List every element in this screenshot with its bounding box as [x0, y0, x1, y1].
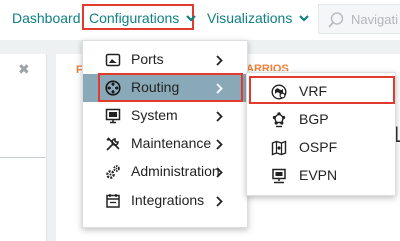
- menu-item-routing[interactable]: Routing: [83, 74, 247, 102]
- chevron-down-icon: [299, 9, 310, 26]
- vrf-icon: [271, 84, 287, 100]
- nav-visualizations-label: Visualizations: [207, 10, 293, 26]
- configurations-menu: Ports Routing System Maintenance Adminis…: [82, 40, 248, 228]
- submenu-item-label: BGP: [299, 111, 329, 127]
- submenu-item-label: EVPN: [299, 167, 338, 183]
- navigation-search[interactable]: [318, 4, 400, 34]
- close-icon[interactable]: ✖: [18, 62, 30, 76]
- submenu-item-bgp[interactable]: BGP: [247, 106, 395, 134]
- bgp-icon: [271, 112, 287, 128]
- menu-item-label: Integrations: [131, 192, 205, 208]
- menu-item-ports[interactable]: Ports: [83, 46, 247, 74]
- chevron-right-icon: [216, 137, 223, 153]
- system-icon: [105, 108, 121, 124]
- menu-item-administration[interactable]: Administration: [83, 158, 247, 186]
- menu-item-integrations[interactable]: Integrations: [83, 187, 247, 215]
- routing-icon: [105, 80, 121, 96]
- chevron-right-icon: [216, 165, 223, 181]
- chevron-down-icon: [186, 9, 197, 26]
- nav-dashboard[interactable]: Dashboard: [12, 10, 81, 27]
- search-input[interactable]: [351, 11, 400, 27]
- submenu-item-label: VRF: [299, 83, 327, 99]
- search-icon: [327, 11, 345, 34]
- evpn-icon: [271, 168, 287, 184]
- menu-item-label: System: [131, 107, 178, 123]
- nav-configurations[interactable]: Configurations: [82, 4, 197, 30]
- chevron-right-icon: [216, 53, 223, 69]
- routing-submenu: VRF BGP OSPF EVPN: [246, 72, 396, 196]
- chevron-right-icon: [216, 194, 223, 210]
- top-navigation: Dashboard Configurations Visualizations: [0, 0, 400, 40]
- submenu-item-vrf[interactable]: VRF: [247, 78, 395, 106]
- menu-item-system[interactable]: System: [83, 102, 247, 130]
- submenu-item-evpn[interactable]: EVPN: [247, 162, 395, 190]
- menu-item-label: Maintenance: [131, 135, 212, 151]
- menu-item-label: Administration: [131, 163, 220, 179]
- left-panel-divider: [0, 157, 46, 158]
- integrations-icon: [105, 193, 121, 209]
- nav-configurations-label: Configurations: [89, 10, 180, 26]
- left-panel: [0, 54, 47, 241]
- nav-visualizations[interactable]: Visualizations: [207, 9, 310, 28]
- submenu-item-label: OSPF: [299, 139, 338, 155]
- chevron-right-icon: [216, 81, 223, 97]
- ports-icon: [105, 52, 121, 68]
- maintenance-icon: [105, 136, 121, 152]
- menu-item-label: Ports: [131, 51, 164, 67]
- ospf-icon: [271, 140, 287, 156]
- menu-item-label: Routing: [131, 79, 180, 95]
- chevron-right-icon: [216, 109, 223, 125]
- administration-icon: [105, 164, 121, 180]
- menu-item-maintenance[interactable]: Maintenance: [83, 130, 247, 158]
- submenu-item-ospf[interactable]: OSPF: [247, 134, 395, 162]
